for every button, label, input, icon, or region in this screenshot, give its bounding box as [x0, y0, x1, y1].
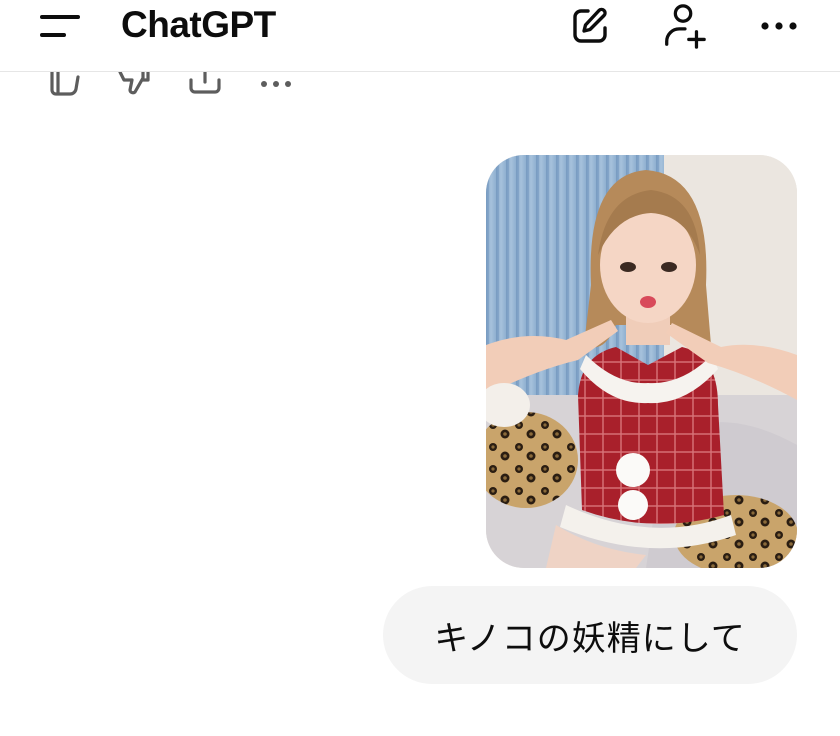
user-message-text: キノコの妖精にして [434, 618, 746, 659]
uploaded-image[interactable] [486, 155, 797, 568]
uploaded-photo [486, 155, 797, 568]
app-title: ChatGPT [121, 4, 276, 45]
top-bar: ChatGPT [0, 0, 840, 72]
more-options-button[interactable] [754, 2, 802, 50]
sidebar-menu-icon [40, 15, 80, 37]
edit-icon [573, 7, 607, 43]
add-user-icon [665, 4, 706, 49]
more-horizontal-icon [761, 22, 797, 30]
sidebar-menu-button[interactable] [36, 8, 84, 44]
add-people-button[interactable] [660, 2, 708, 50]
chat-screen: ChatGPT キノコの妖精にして [0, 0, 840, 736]
user-message-bubble: キノコの妖精にして [383, 586, 797, 684]
new-chat-button[interactable] [566, 2, 614, 50]
